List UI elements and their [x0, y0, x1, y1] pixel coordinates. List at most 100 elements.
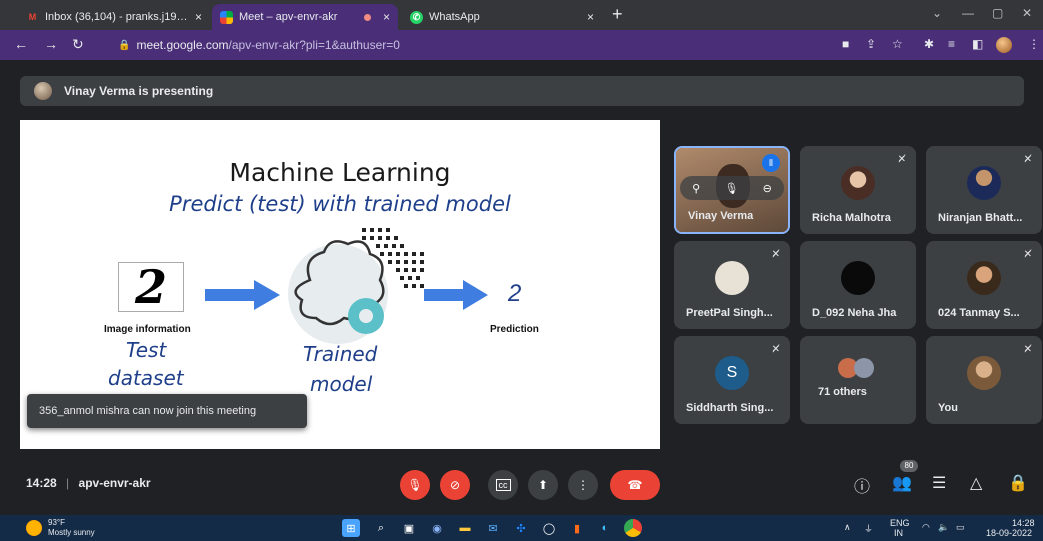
- leave-call-button[interactable]: ☎: [610, 470, 660, 500]
- close-window-icon[interactable]: ✕: [1022, 6, 1032, 20]
- tab-close-icon[interactable]: ×: [195, 10, 202, 24]
- camera-in-use-icon[interactable]: ■: [842, 37, 849, 51]
- tab-search-icon[interactable]: ⌄: [932, 6, 942, 20]
- participant-name: 71 others: [818, 386, 867, 398]
- share-icon[interactable]: ⇪: [866, 37, 876, 51]
- tab-close-icon[interactable]: ×: [587, 10, 594, 24]
- extensions-icon[interactable]: ✱: [924, 37, 934, 51]
- join-notification-toast: 356_anmol mishra can now join this meeti…: [27, 394, 307, 428]
- wifi-icon[interactable]: ◠: [922, 522, 930, 533]
- mic-off-icon: ✕̸: [1023, 249, 1032, 260]
- trained-model-line2: model: [310, 372, 373, 396]
- participant-tile-you[interactable]: ✕̸ You: [926, 336, 1042, 424]
- weather-sun-icon[interactable]: [26, 520, 42, 536]
- tab-meet[interactable]: Meet – apv-envr-akr ×: [212, 4, 398, 30]
- file-explorer-icon[interactable]: ▬: [456, 519, 474, 537]
- avatar: [841, 165, 875, 200]
- volume-icon[interactable]: 🔈: [938, 522, 949, 533]
- trained-model-line1: Trained: [303, 342, 378, 366]
- search-icon[interactable]: ⌕: [372, 519, 390, 537]
- profile-avatar[interactable]: [996, 37, 1012, 53]
- mic-off-button[interactable]: 🎙: [400, 470, 430, 500]
- battery-icon[interactable]: ▭: [956, 522, 965, 533]
- arrow-right-icon: [424, 280, 488, 310]
- captions-button[interactable]: cc: [488, 470, 518, 500]
- clock-time[interactable]: 14:28: [1012, 518, 1035, 528]
- teams-chat-icon[interactable]: ◉: [428, 519, 446, 537]
- meeting-info-icon[interactable]: ⓘ: [854, 473, 870, 497]
- github-icon[interactable]: ◯: [540, 519, 558, 537]
- presenting-banner: Vinay Verma is presenting: [20, 76, 1024, 106]
- browser-menu-icon[interactable]: ⋮: [1028, 37, 1040, 51]
- browser-tab-strip: M Inbox (36,104) - pranks.j1991@g × Meet…: [0, 0, 1043, 30]
- new-tab-button[interactable]: +: [612, 4, 623, 25]
- windows-taskbar: 93°F Mostly sunny ⊞ ⌕ ▣ ◉ ▬ ✉ ✣ ◯ ▮ ◐ ∧ …: [0, 515, 1043, 541]
- tray-usb-icon[interactable]: ⏚: [864, 522, 873, 535]
- side-panel-icon[interactable]: ◧: [972, 37, 983, 51]
- restore-icon[interactable]: ▢: [992, 6, 1003, 20]
- mic-off-icon: ✕̸: [1023, 154, 1032, 165]
- participant-tile-others[interactable]: 71 others: [800, 336, 916, 424]
- minimize-icon[interactable]: —: [962, 6, 974, 20]
- participant-name: PreetPal Singh...: [686, 307, 773, 319]
- mic-off-icon: ✕̸: [1023, 344, 1032, 355]
- toast-text: 356_anmol mishra can now join this meeti…: [39, 405, 257, 417]
- forward-icon[interactable]: →: [44, 36, 58, 52]
- language-region: IN: [894, 528, 903, 538]
- tab-close-icon[interactable]: ×: [383, 10, 390, 24]
- windows-start-icon[interactable]: ⊞: [342, 519, 360, 537]
- participant-name: Siddharth Sing...: [686, 402, 774, 414]
- bookmark-star-icon[interactable]: ☆: [892, 37, 903, 51]
- tab-gmail[interactable]: M Inbox (36,104) - pranks.j1991@g ×: [18, 4, 210, 30]
- office-icon[interactable]: ▮: [568, 519, 586, 537]
- trained-model-brain-icon: [288, 240, 388, 344]
- edge-icon[interactable]: ◐: [596, 519, 614, 537]
- tile-hover-controls: ⚲ 🎙 ⊖: [680, 176, 784, 200]
- participant-name: 024 Tanmay S...: [938, 307, 1020, 319]
- weather-description: Mostly sunny: [48, 528, 95, 537]
- participant-tile-richa[interactable]: ✕̸ Richa Malhotra: [800, 146, 916, 234]
- remove-icon[interactable]: ⊖: [763, 182, 772, 195]
- avatar: [967, 355, 1001, 390]
- avatar: [854, 358, 874, 378]
- tab-meet-label: Meet – apv-envr-akr: [239, 11, 338, 23]
- language-indicator[interactable]: ENG: [890, 518, 910, 528]
- reading-list-icon[interactable]: ≡: [948, 37, 955, 51]
- participant-tile-siddharth[interactable]: ✕̸ S Siddharth Sing...: [674, 336, 790, 424]
- reload-icon[interactable]: ↻: [72, 36, 84, 53]
- avatar: [967, 165, 1001, 200]
- participant-name: Niranjan Bhatt...: [938, 212, 1023, 224]
- mic-icon[interactable]: 🎙: [724, 182, 738, 195]
- people-icon[interactable]: 👥: [892, 473, 912, 493]
- more-options-button[interactable]: ⋮: [568, 470, 598, 500]
- pin-icon[interactable]: ⚲: [692, 182, 700, 195]
- url-host: meet.google.com: [136, 38, 229, 52]
- tab-whatsapp[interactable]: ✆ WhatsApp ×: [402, 4, 602, 30]
- tab-gmail-label: Inbox (36,104) - pranks.j1991@g: [45, 11, 189, 23]
- avatar: [967, 260, 1001, 295]
- activities-icon[interactable]: △: [970, 473, 982, 493]
- chat-icon[interactable]: ☰: [932, 473, 946, 493]
- participant-tile-neha[interactable]: D_092 Neha Jha: [800, 241, 916, 329]
- presenter-avatar: [34, 82, 52, 100]
- gmail-icon: M: [28, 12, 37, 22]
- chrome-icon[interactable]: [624, 519, 642, 537]
- camera-off-icon: ⊘: [449, 478, 461, 492]
- show-hidden-icons[interactable]: ∧: [844, 522, 851, 533]
- mail-icon[interactable]: ✉: [484, 519, 502, 537]
- dropbox-icon[interactable]: ✣: [512, 519, 530, 537]
- camera-off-button[interactable]: ⊘: [440, 470, 470, 500]
- participant-count-badge: 80: [900, 460, 918, 472]
- meeting-code: apv-envr-akr: [78, 476, 151, 490]
- url-path: /apv-envr-akr?pli=1&authuser=0: [228, 38, 400, 52]
- present-button[interactable]: ⬆: [528, 470, 558, 500]
- back-icon[interactable]: ←: [14, 36, 28, 52]
- task-view-icon[interactable]: ▣: [400, 519, 418, 537]
- participant-tile-vinay[interactable]: ⦀ ⚲ 🎙 ⊖ Vinay Verma: [674, 146, 790, 234]
- host-controls-icon[interactable]: 🔒: [1008, 473, 1028, 493]
- mic-off-icon: ✕̸: [771, 249, 780, 260]
- participant-tile-preetpal[interactable]: ✕̸ PreetPal Singh...: [674, 241, 790, 329]
- address-bar[interactable]: 🔒 meet.google.com/apv-envr-akr?pli=1&aut…: [100, 34, 880, 56]
- participant-tile-niranjan[interactable]: ✕̸ Niranjan Bhatt...: [926, 146, 1042, 234]
- participant-tile-tanmay[interactable]: ✕̸ 024 Tanmay S...: [926, 241, 1042, 329]
